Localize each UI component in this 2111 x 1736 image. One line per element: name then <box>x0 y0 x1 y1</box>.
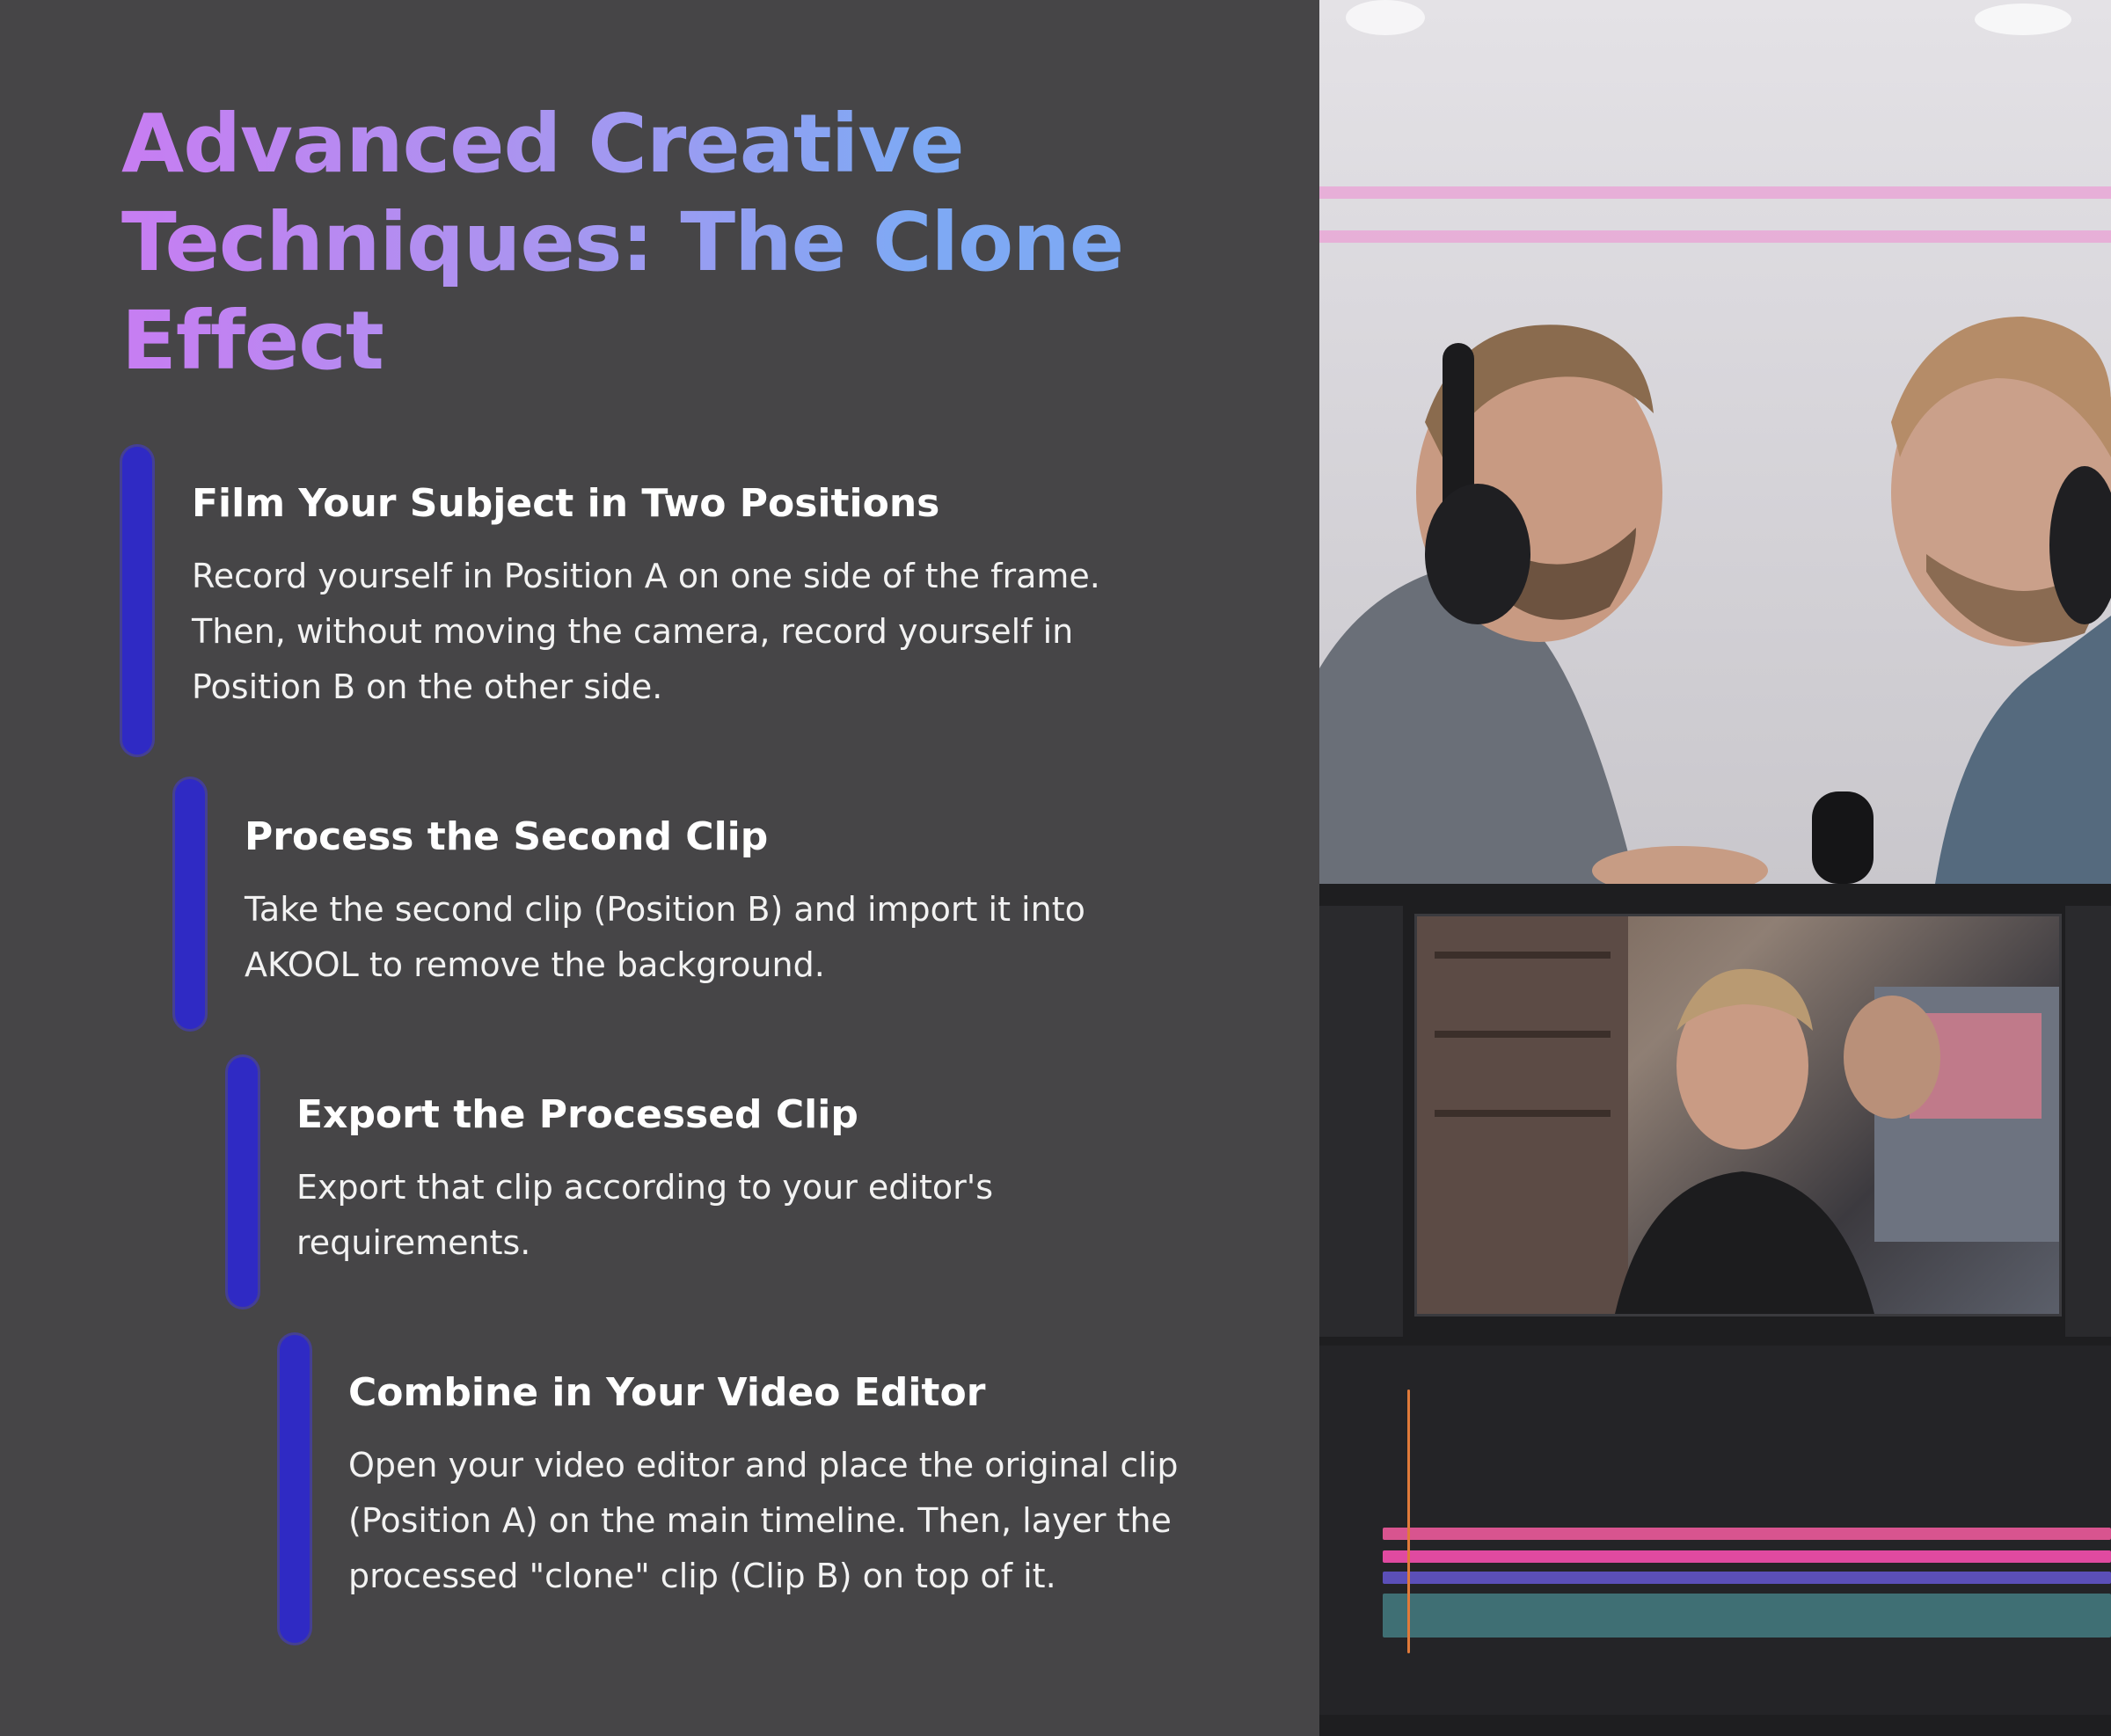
step-2-body: Take the second clip (Position B) and im… <box>245 882 1212 993</box>
step-4-body: Open your video editor and place the ori… <box>348 1438 1316 1604</box>
timeline-playhead <box>1407 1390 1410 1653</box>
photo-clone-effect <box>1319 0 2111 1736</box>
preview-illustration <box>1417 916 2059 1314</box>
step-1-line-2: Then, without moving the camera, record … <box>192 612 1074 651</box>
step-1-line-3: Position B on the other side. <box>192 667 663 706</box>
timeline-audio <box>1383 1594 2111 1638</box>
step-3-accent-bar <box>228 1057 258 1307</box>
step-2-line-1: Take the second clip (Position B) and im… <box>245 890 1085 929</box>
step-2-line-2: AKOOL to remove the background. <box>245 945 825 984</box>
timeline-clip-a <box>1383 1528 2111 1540</box>
title-line-1: Advanced Creative <box>121 97 964 191</box>
step-3-line-1: Export that clip according to your edito… <box>296 1168 993 1207</box>
timeline-clip-c <box>1383 1572 2111 1584</box>
text-panel: Advanced Creative Techniques: The Clone … <box>0 0 1319 1736</box>
step-1-body: Record yourself in Position A on one sid… <box>192 549 1159 715</box>
media-panel <box>1319 906 1403 1337</box>
step-1-line-1: Record yourself in Position A on one sid… <box>192 557 1100 595</box>
photo-two-men-facing <box>1319 0 2111 884</box>
inspector-panel <box>2065 906 2111 1337</box>
step-4-line-1: Open your video editor and place the ori… <box>348 1446 1179 1484</box>
step-4-title: Combine in Your Video Editor <box>348 1370 986 1415</box>
step-1-accent-bar <box>122 447 152 755</box>
step-4-accent-bar <box>280 1335 310 1643</box>
step-3-body: Export that clip according to your edito… <box>296 1160 1264 1271</box>
timeline-clip-b <box>1383 1550 2111 1563</box>
title-line-3: Effect <box>121 294 383 388</box>
page-title: Advanced Creative Techniques: The Clone … <box>121 95 1177 390</box>
people-illustration <box>1319 317 2111 884</box>
editor-preview-video <box>1414 914 2062 1317</box>
step-2-accent-bar <box>175 779 205 1029</box>
step-1-title: Film Your Subject in Two Positions <box>192 481 940 526</box>
step-4-line-2: (Position A) on the main timeline. Then,… <box>348 1501 1172 1540</box>
step-3-line-2: requirements. <box>296 1223 531 1262</box>
step-4-line-3: processed "clone" clip (Clip B) on top o… <box>348 1557 1056 1595</box>
title-line-2: Techniques: The Clone <box>121 195 1124 289</box>
step-3-title: Export the Processed Clip <box>296 1092 858 1137</box>
step-2-title: Process the Second Clip <box>245 814 769 859</box>
